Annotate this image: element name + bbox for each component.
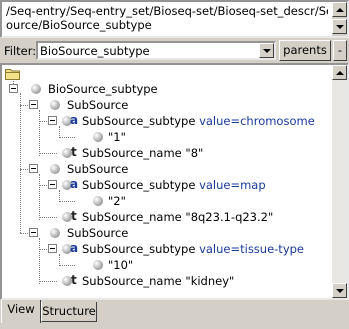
node-attribute: value=map: [199, 178, 266, 192]
filter-bar: Filter: BioSource_subtype parents -: [0, 40, 349, 62]
tree-node-subsource[interactable]: SubSource: [67, 162, 128, 176]
node-attribute: value=tissue-type: [199, 242, 304, 256]
tree-line: [20, 105, 28, 106]
node-label: SubSource_name: [82, 146, 182, 160]
tree-node-value[interactable]: "10": [108, 258, 133, 272]
attribute-icon: a: [70, 241, 79, 255]
chevron-down-icon: [262, 48, 271, 53]
tree-line: [39, 185, 47, 186]
tree-line: [39, 238, 40, 284]
expander-minus-icon[interactable]: [29, 228, 38, 237]
tab-structure[interactable]: Structure: [41, 302, 97, 322]
scroll-down-button[interactable]: [332, 19, 347, 34]
tree-node-root[interactable]: BioSource_subtype: [48, 82, 158, 96]
tree-line: [20, 233, 28, 234]
element-node-icon: [50, 100, 60, 110]
tree-line: [20, 93, 21, 233]
tree-line: [39, 110, 40, 156]
expander-minus-icon[interactable]: [29, 164, 38, 173]
scroll-up-button[interactable]: [332, 2, 347, 17]
tree-line: [59, 137, 75, 138]
tree-node-name[interactable]: SubSource_name "8q23.1-q23.2": [82, 210, 273, 224]
tree-scrollbar[interactable]: [332, 65, 347, 298]
filter-combobox[interactable]: BioSource_subtype: [36, 41, 276, 60]
expander-minus-icon[interactable]: [9, 84, 18, 93]
tree-node-name[interactable]: SubSource_name "kidney": [82, 274, 234, 288]
tab-view[interactable]: View: [1, 300, 41, 323]
value-node-icon: [93, 132, 103, 142]
xpath-line-1: /Seq-entry/Seq-entry_set/Bioseq-set/Bios…: [6, 4, 328, 18]
tree-line: [39, 174, 40, 220]
tree-line: [39, 153, 57, 154]
xpath-text: /Seq-entry/Seq-entry_set/Bioseq-set/Bios…: [6, 4, 328, 32]
tree-node-subtype[interactable]: SubSource_subtype value=chromosome: [82, 114, 315, 128]
parents-button[interactable]: parents: [279, 40, 331, 61]
tree-node-subsource[interactable]: SubSource: [67, 226, 128, 240]
element-node-icon: [31, 84, 41, 94]
text-node-icon: t: [71, 209, 77, 223]
tree-line: [39, 249, 47, 250]
expander-minus-icon[interactable]: [48, 180, 57, 189]
expander-minus-icon[interactable]: [29, 100, 38, 109]
tree-node-subtype[interactable]: SubSource_subtype value=map: [82, 178, 266, 192]
value-node-icon: [93, 196, 103, 206]
xpath-scrollbar[interactable]: [332, 2, 347, 36]
tree-line: [59, 265, 75, 266]
value-node-icon: [93, 260, 103, 270]
filter-value: BioSource_subtype: [40, 44, 150, 58]
xpath-display: /Seq-entry/Seq-entry_set/Bioseq-set/Bios…: [0, 0, 349, 38]
node-value: "kidney": [185, 274, 235, 288]
attribute-icon: a: [70, 113, 79, 127]
arrow-down-icon: [335, 288, 344, 293]
element-node-icon: [50, 228, 60, 238]
tree-view[interactable]: BioSource_subtype SubSource a SubSource_…: [0, 63, 349, 300]
node-attribute: value=chromosome: [199, 114, 315, 128]
tree-node-value[interactable]: "1": [108, 130, 126, 144]
expander-minus-icon[interactable]: [48, 244, 57, 253]
node-value: "8q23.1-q23.2": [185, 210, 274, 224]
xpath-line-2: ource/BioSource_subtype: [6, 18, 152, 32]
node-value: "8": [185, 146, 204, 160]
attribute-icon: a: [70, 177, 79, 191]
tree-node-subtype[interactable]: SubSource_subtype value=tissue-type: [82, 242, 304, 256]
arrow-up-icon: [335, 70, 344, 75]
scroll-up-button[interactable]: [332, 65, 347, 80]
scroll-down-button[interactable]: [332, 283, 347, 298]
tree-node-subsource[interactable]: SubSource: [67, 98, 128, 112]
text-node-icon: t: [71, 145, 77, 159]
node-label: SubSource_name: [82, 274, 182, 288]
node-label: SubSource_subtype: [82, 178, 196, 192]
tree-line: [39, 121, 47, 122]
node-label: SubSource_subtype: [82, 114, 196, 128]
text-node-icon: t: [71, 273, 77, 287]
filter-label: Filter:: [4, 44, 37, 58]
tree-line: [39, 281, 57, 282]
arrow-up-icon: [335, 7, 344, 12]
collapse-button[interactable]: -: [333, 40, 347, 61]
tree-line: [20, 169, 28, 170]
tree-line: [39, 217, 57, 218]
tab-bar: View Structure: [0, 300, 349, 329]
tree-node-value[interactable]: "2": [108, 194, 126, 208]
tree-node-name[interactable]: SubSource_name "8": [82, 146, 203, 160]
element-node-icon: [50, 164, 60, 174]
node-label: SubSource_name: [82, 210, 182, 224]
node-label: SubSource_subtype: [82, 242, 196, 256]
filter-dropdown-button[interactable]: [259, 43, 274, 58]
tree-line: [59, 201, 75, 202]
expander-minus-icon[interactable]: [48, 116, 57, 125]
arrow-down-icon: [335, 24, 344, 29]
